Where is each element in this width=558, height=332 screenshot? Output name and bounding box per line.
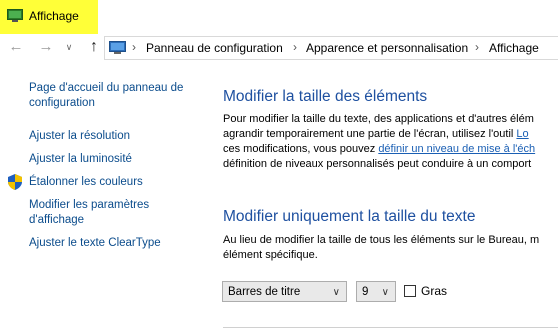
forward-arrow-icon[interactable]: → — [36, 38, 56, 56]
section1-text-line4: définition de niveaux personnalisés peut… — [223, 158, 532, 170]
section1-text-line3: ces modifications, vous pouvez définir u… — [223, 143, 536, 155]
recent-locations-chevron-icon[interactable]: ∨ — [63, 38, 75, 56]
breadcrumb-display[interactable]: Affichage — [489, 41, 539, 55]
section1-text-line2: agrandir temporairement une partie de l'… — [223, 128, 529, 140]
chevron-down-icon: ∨ — [381, 287, 389, 298]
window-title: Affichage — [29, 9, 79, 23]
up-arrow-icon[interactable]: ↑ — [84, 38, 104, 56]
section-heading-text-size: Modifier uniquement la taille du texte — [223, 208, 476, 225]
font-size-select[interactable]: 9 ∨ — [356, 281, 396, 302]
section1-text-line1: Pour modifier la taille du texte, des ap… — [223, 113, 534, 125]
sidebar-item-brightness[interactable]: Ajuster la luminosité — [29, 152, 132, 167]
window-title-bar: Affichage — [0, 0, 98, 34]
breadcrumb-separator: › — [293, 40, 297, 54]
breadcrumb-separator: › — [132, 40, 136, 54]
display-icon — [7, 9, 23, 22]
magnifier-link[interactable]: Lo — [516, 128, 528, 140]
sidebar-item-resolution[interactable]: Ajuster la résolution — [29, 129, 130, 144]
navigation-bar: ← → ∨ ↑ › Panneau de configuration › App… — [0, 34, 558, 60]
chevron-down-icon: ∨ — [332, 287, 340, 298]
address-bar[interactable]: › Panneau de configuration › Apparence e… — [104, 36, 558, 60]
custom-scaling-link[interactable]: définir un niveau de mise à l'éch — [378, 143, 535, 155]
breadcrumb-appearance[interactable]: Apparence et personnalisation — [306, 41, 468, 55]
bold-checkbox[interactable] — [404, 285, 416, 297]
control-panel-icon — [109, 41, 126, 54]
sidebar-item-display-settings[interactable]: Modifier les paramètres d'affichage — [29, 198, 149, 228]
section-heading-change-size: Modifier la taille des éléments — [223, 88, 428, 105]
bold-checkbox-label: Gras — [421, 284, 448, 298]
breadcrumb-separator: › — [475, 40, 479, 54]
uac-shield-icon — [8, 174, 22, 190]
section2-text-line1: Au lieu de modifier la taille de tous le… — [223, 234, 540, 246]
sidebar-item-calibrate-colors[interactable]: Étalonner les couleurs — [29, 175, 143, 190]
back-arrow-icon[interactable]: ← — [6, 38, 26, 56]
element-type-select[interactable]: Barres de titre ∨ — [222, 281, 347, 302]
sidebar-item-control-panel-home[interactable]: Page d'accueil du panneau de configurati… — [29, 81, 183, 111]
sidebar-item-cleartype[interactable]: Ajuster le texte ClearType — [29, 236, 161, 251]
breadcrumb-control-panel[interactable]: Panneau de configuration — [146, 41, 283, 55]
section2-text-line2: élément spécifique. — [223, 249, 318, 261]
divider — [223, 327, 558, 328]
